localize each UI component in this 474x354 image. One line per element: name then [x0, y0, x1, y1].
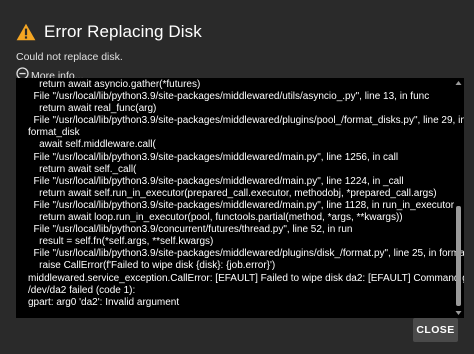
- dialog-message: Could not replace disk.: [16, 51, 123, 63]
- traceback-line: File "/usr/local/lib/python3.9/site-pack…: [28, 115, 464, 127]
- traceback-line: File "/usr/local/lib/python3.9/site-pack…: [28, 151, 399, 163]
- traceback-line: await self.middleware.call(: [28, 139, 156, 151]
- scroll-up-arrow-icon[interactable]: [455, 80, 462, 86]
- traceback-line: /dev/da2 failed (code 1):: [28, 284, 136, 296]
- traceback-line: File "/usr/local/lib/python3.9/concurren…: [28, 224, 353, 236]
- traceback-line: format_disk: [28, 127, 80, 139]
- scroll-down-arrow-icon[interactable]: [455, 310, 462, 316]
- dialog-title: Error Replacing Disk: [44, 22, 202, 41]
- warning-icon: [16, 23, 36, 41]
- traceback-line: return await asyncio.gather(*futures): [28, 79, 201, 90]
- traceback-box: return await asyncio.gather(*futures) Fi…: [16, 78, 464, 318]
- traceback-line: return await self.run_in_executor(prepar…: [28, 187, 437, 199]
- traceback-line: File "/usr/local/lib/python3.9/site-pack…: [28, 199, 455, 211]
- traceback-line: middlewared.service_exception.CallError:…: [28, 272, 464, 284]
- traceback-scrollbar[interactable]: [455, 80, 462, 316]
- traceback-line: File "/usr/local/lib/python3.9/site-pack…: [28, 91, 430, 103]
- traceback-line: File "/usr/local/lib/python3.9/site-pack…: [28, 248, 464, 260]
- traceback-line: return await real_func(arg): [28, 103, 157, 115]
- error-dialog: Error Replacing Disk Could not replace d…: [0, 0, 474, 354]
- traceback-line: return await self._call(: [28, 163, 137, 175]
- traceback-line: gpart: arg0 'da2': Invalid argument: [28, 296, 180, 308]
- scrollbar-thumb[interactable]: [456, 206, 461, 306]
- traceback-text: return await asyncio.gather(*futures) Fi…: [28, 79, 464, 309]
- traceback-line: File "/usr/local/lib/python3.9/site-pack…: [28, 175, 404, 187]
- close-button[interactable]: CLOSE: [413, 318, 458, 342]
- dialog-header: Error Replacing Disk: [16, 18, 202, 46]
- traceback-line: result = self.fn(*self.args, **self.kwar…: [28, 236, 214, 248]
- traceback-line: raise CallError(f'Failed to wipe disk {d…: [28, 260, 276, 272]
- traceback-line: return await loop.run_in_executor(pool, …: [28, 212, 403, 224]
